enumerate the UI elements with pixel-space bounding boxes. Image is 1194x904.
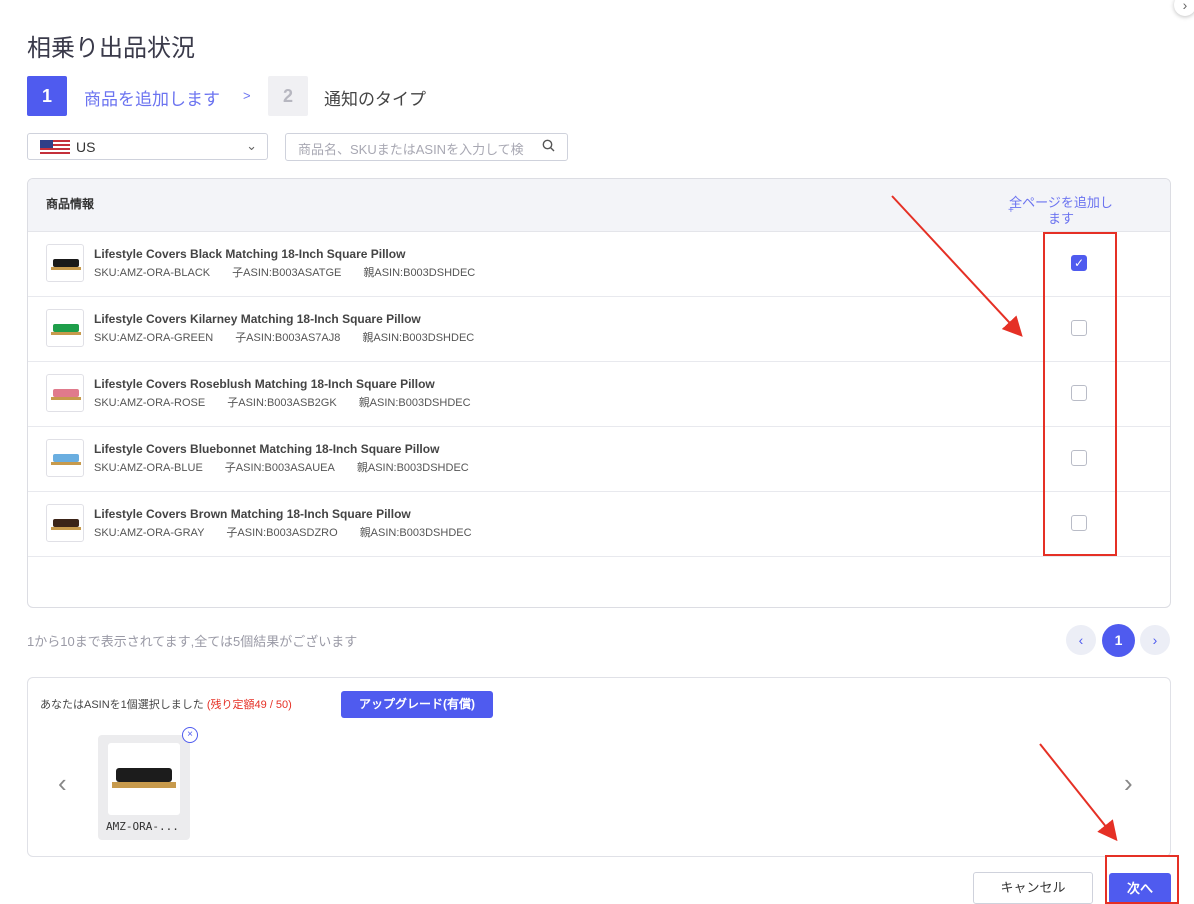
product-name: Lifestyle Covers Black Matching 18-Inch … bbox=[94, 247, 406, 261]
page-title: 相乗り出品状況 bbox=[27, 34, 195, 62]
product-sku: SKU:AMZ-ORA-GRAY bbox=[94, 527, 205, 539]
step-separator: > bbox=[243, 88, 251, 103]
sofa-frame bbox=[51, 267, 81, 270]
sofa-frame bbox=[51, 462, 81, 465]
product-parent-asin: 親ASIN:B003DSHDEC bbox=[358, 397, 471, 409]
product-sku: SKU:AMZ-ORA-BLACK bbox=[94, 267, 211, 279]
product-thumbnail bbox=[46, 244, 84, 282]
cancel-button[interactable]: キャンセル bbox=[973, 872, 1093, 904]
step-1-label: 商品を追加します bbox=[84, 90, 220, 110]
prev-page-button[interactable]: ‹ bbox=[1066, 625, 1096, 655]
product-parent-asin: 親ASIN:B003DSHDEC bbox=[359, 527, 472, 539]
sofa-image bbox=[53, 324, 79, 332]
step-2-label: 通知のタイプ bbox=[324, 90, 426, 110]
product-name: Lifestyle Covers Bluebonnet Matching 18-… bbox=[94, 442, 440, 456]
remove-item-icon[interactable]: × bbox=[182, 727, 198, 743]
product-meta: SKU:AMZ-ORA-BLACK 子ASIN:B003ASATGE 親ASIN:B… bbox=[94, 264, 497, 280]
column-header-product-info: 商品情報 bbox=[46, 197, 95, 211]
search-placeholder: 商品名、SKUまたはASINを入力して検 bbox=[298, 142, 524, 157]
step-2-number: 2 bbox=[268, 76, 308, 116]
product-sku: SKU:AMZ-ORA-GREEN bbox=[94, 332, 214, 344]
step-1-number: 1 bbox=[27, 76, 67, 116]
sofa-frame bbox=[112, 782, 176, 788]
product-sku: SKU:AMZ-ORA-ROSE bbox=[94, 397, 206, 409]
product-thumbnail bbox=[46, 309, 84, 347]
product-parent-asin: 親ASIN:B003DSHDEC bbox=[356, 462, 469, 474]
selection-panel: あなたはASINを1個選択しました (残り定額49 / 50) アップグレード(… bbox=[27, 677, 1171, 857]
selection-quota: (残り定額49 / 50) bbox=[206, 699, 292, 711]
annotation-highlight-next bbox=[1105, 855, 1179, 904]
page-button-current[interactable]: 1 bbox=[1102, 624, 1135, 657]
product-parent-asin: 親ASIN:B003DSHDEC bbox=[363, 267, 476, 279]
chevron-down-icon: ⌄ bbox=[246, 138, 257, 153]
product-thumbnail bbox=[46, 374, 84, 412]
carousel-prev-icon[interactable]: ‹ bbox=[58, 768, 67, 799]
us-flag-icon bbox=[40, 140, 70, 154]
product-child-asin: 子ASIN:B003ASAUEA bbox=[224, 462, 335, 474]
table-row: Lifestyle Covers Bluebonnet Matching 18-… bbox=[28, 426, 1170, 492]
next-page-button[interactable]: › bbox=[1140, 625, 1170, 655]
search-icon[interactable] bbox=[542, 139, 555, 155]
product-child-asin: 子ASIN:B003ASDZRO bbox=[226, 527, 338, 539]
sofa-image bbox=[116, 768, 172, 782]
selected-item-thumbnail bbox=[108, 743, 180, 815]
sofa-image bbox=[53, 519, 79, 527]
marketplace-select[interactable]: US ⌄ bbox=[27, 133, 268, 160]
product-thumbnail bbox=[46, 504, 84, 542]
product-table: 商品情報 + 全ページを追加します Lifestyle Covers Black… bbox=[27, 178, 1171, 608]
product-name: Lifestyle Covers Kilarney Matching 18-In… bbox=[94, 312, 421, 326]
upgrade-button[interactable]: アップグレード(有償) bbox=[341, 691, 493, 718]
product-thumbnail bbox=[46, 439, 84, 477]
sofa-image bbox=[53, 389, 79, 397]
product-name: Lifestyle Covers Brown Matching 18-Inch … bbox=[94, 507, 411, 521]
table-row: Lifestyle Covers Black Matching 18-Inch … bbox=[28, 231, 1170, 297]
sofa-image bbox=[53, 259, 79, 267]
product-meta: SKU:AMZ-ORA-GREEN 子ASIN:B003AS7AJ8 親ASIN:B… bbox=[94, 329, 496, 345]
pagination-summary: 1から10まで表示されてます,全ては5個結果がございます bbox=[27, 634, 358, 649]
product-meta: SKU:AMZ-ORA-BLUE 子ASIN:B003ASAUEA 親ASIN:B0… bbox=[94, 459, 491, 475]
product-meta: SKU:AMZ-ORA-ROSE 子ASIN:B003ASB2GK 親ASIN:B0… bbox=[94, 394, 493, 410]
carousel-next-icon[interactable]: › bbox=[1124, 768, 1133, 799]
product-sku: SKU:AMZ-ORA-BLUE bbox=[94, 462, 203, 474]
add-all-pages-button[interactable]: 全ページを追加します bbox=[1006, 195, 1116, 227]
sofa-frame bbox=[51, 527, 81, 530]
annotation-highlight-checkboxes bbox=[1043, 232, 1117, 556]
product-child-asin: 子ASIN:B003AS7AJ8 bbox=[235, 332, 341, 344]
sofa-frame bbox=[51, 332, 81, 335]
sofa-image bbox=[53, 454, 79, 462]
marketplace-value: US bbox=[76, 139, 96, 155]
table-header: 商品情報 + 全ページを追加します bbox=[28, 179, 1170, 232]
product-child-asin: 子ASIN:B003ASATGE bbox=[232, 267, 342, 279]
table-row: Lifestyle Covers Roseblush Matching 18-I… bbox=[28, 361, 1170, 427]
table-row: Lifestyle Covers Kilarney Matching 18-In… bbox=[28, 296, 1170, 362]
chevron-right-icon[interactable]: › bbox=[1174, 0, 1194, 16]
search-input[interactable]: 商品名、SKUまたはASINを入力して検 bbox=[285, 133, 568, 161]
product-parent-asin: 親ASIN:B003DSHDEC bbox=[362, 332, 475, 344]
selected-item-label: AMZ-ORA-... bbox=[106, 820, 179, 833]
product-name: Lifestyle Covers Roseblush Matching 18-I… bbox=[94, 377, 435, 391]
selection-count-text: あなたはASINを1個選択しました bbox=[40, 699, 204, 711]
selected-item-card: AMZ-ORA-... × bbox=[98, 727, 198, 840]
sofa-frame bbox=[51, 397, 81, 400]
product-meta: SKU:AMZ-ORA-GRAY 子ASIN:B003ASDZRO 親ASIN:B0… bbox=[94, 524, 494, 540]
table-row: Lifestyle Covers Brown Matching 18-Inch … bbox=[28, 491, 1170, 557]
product-child-asin: 子ASIN:B003ASB2GK bbox=[227, 397, 337, 409]
selection-summary: あなたはASINを1個選択しました (残り定額49 / 50) bbox=[40, 696, 292, 712]
